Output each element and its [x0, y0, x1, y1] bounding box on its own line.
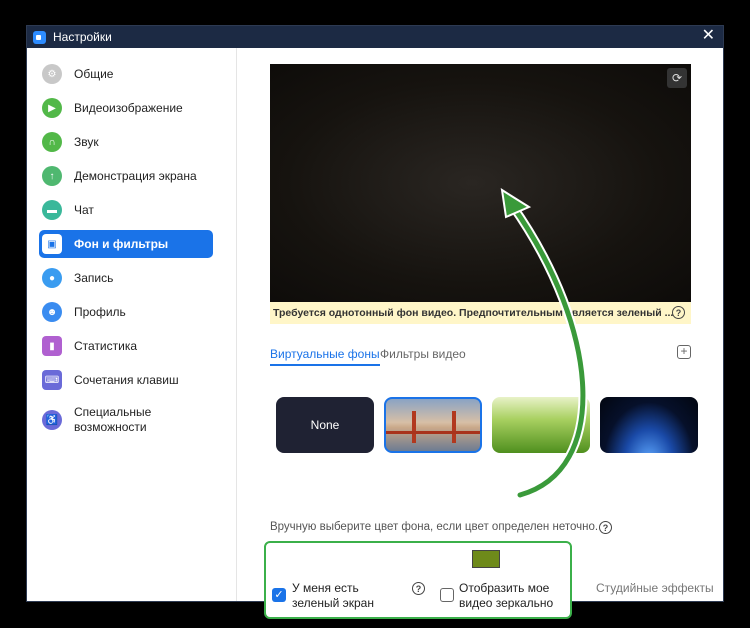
zoom-app-icon [33, 30, 46, 44]
sidebar-item-label: Статистика [74, 338, 138, 353]
green-screen-checkbox[interactable]: ✓ [272, 588, 286, 602]
statistics-icon: ▮ [42, 336, 62, 356]
bridge-deck [386, 431, 480, 434]
add-background-icon[interactable]: + [677, 345, 691, 359]
background-golden-gate-bridge[interactable] [384, 397, 482, 453]
sidebar-item-keyboard-shortcuts[interactable]: ⌨ Сочетания клавиш [39, 366, 213, 394]
background-earth-from-space[interactable] [600, 397, 698, 453]
help-icon[interactable]: ? [412, 582, 425, 595]
settings-window: Настройки ✕ ⚙ Общие ▶ Видеоизображение ∩… [26, 25, 724, 619]
share-screen-icon: ↑ [42, 166, 62, 186]
sidebar-item-general[interactable]: ⚙ Общие [39, 60, 213, 88]
sidebar-item-label: Чат [74, 202, 94, 217]
sidebar-item-background-filters[interactable]: ▣ Фон и фильтры [39, 230, 213, 258]
bridge-tower [412, 411, 416, 443]
sidebar-item-label: Звук [74, 134, 99, 149]
green-screen-label: У меня есть зеленый экран [292, 581, 374, 610]
background-tabs: Виртуальные фоны Фильтры видео + [270, 345, 691, 367]
studio-effects-link[interactable]: Студийные эффекты [596, 581, 714, 595]
sidebar-item-chat[interactable]: ▬ Чат [39, 196, 213, 224]
sidebar-item-audio[interactable]: ∩ Звук [39, 128, 213, 156]
title-bar: Настройки ✕ [27, 26, 723, 48]
headphones-icon: ∩ [42, 132, 62, 152]
background-none[interactable]: None [276, 397, 374, 453]
sidebar-item-label: Общие [74, 66, 114, 81]
background-color-swatch[interactable] [472, 550, 500, 568]
bridge-tower [452, 411, 456, 443]
manual-color-text: Вручную выберите цвет фона, если цвет оп… [270, 521, 599, 533]
sidebar-item-label: Видеоизображение [74, 100, 183, 115]
sidebar-item-share-screen[interactable]: ↑ Демонстрация экрана [39, 162, 213, 190]
notice-text: Требуется однотонный фон видео. Предпочт… [273, 307, 674, 319]
sidebar-item-profile[interactable]: ☻ Профиль [39, 298, 213, 326]
tab-video-filters[interactable]: Фильтры видео [380, 347, 466, 361]
mirror-video-checkbox[interactable] [440, 588, 454, 602]
window-title: Настройки [53, 30, 112, 44]
video-icon: ▶ [42, 98, 62, 118]
main-panel: ⟳ Требуется однотонный фон видео. Предпо… [238, 48, 723, 619]
record-icon: ● [42, 268, 62, 288]
sidebar-item-statistics[interactable]: ▮ Статистика [39, 332, 213, 360]
tab-virtual-backgrounds[interactable]: Виртуальные фоны [270, 347, 380, 366]
accessibility-icon: ♿ [42, 410, 62, 430]
background-icon: ▣ [42, 234, 62, 254]
sidebar-item-video[interactable]: ▶ Видеоизображение [39, 94, 213, 122]
help-icon[interactable]: ? [599, 521, 612, 534]
mirror-video-label: Отобразить мое видео зеркально [459, 581, 554, 610]
chat-icon: ▬ [42, 200, 62, 220]
sidebar-item-recording[interactable]: ● Запись [39, 264, 213, 292]
sidebar-item-label: Специальные возможности [74, 405, 152, 434]
green-screen-notice: Требуется однотонный фон видео. Предпочт… [270, 302, 691, 324]
profile-icon: ☻ [42, 302, 62, 322]
keyboard-icon: ⌨ [42, 370, 62, 390]
sidebar-item-accessibility[interactable]: ♿ Специальные возможности [39, 400, 213, 440]
sidebar-item-label: Сочетания клавиш [74, 372, 179, 387]
close-icon[interactable]: ✕ [702, 28, 715, 44]
green-screen-options: ✓ У меня есть зеленый экран ? Отобразить… [264, 541, 572, 619]
background-grass[interactable] [492, 397, 590, 453]
sidebar-item-label: Демонстрация экрана [74, 168, 197, 183]
gear-icon: ⚙ [42, 64, 62, 84]
sidebar-item-label: Профиль [74, 304, 126, 319]
settings-sidebar: ⚙ Общие ▶ Видеоизображение ∩ Звук ↑ Демо… [27, 48, 237, 601]
rotate-camera-icon[interactable]: ⟳ [667, 68, 687, 88]
video-preview: ⟳ [270, 64, 691, 302]
sidebar-item-label: Запись [74, 270, 114, 285]
sidebar-item-label: Фон и фильтры [74, 236, 169, 251]
help-icon[interactable]: ? [672, 306, 685, 319]
